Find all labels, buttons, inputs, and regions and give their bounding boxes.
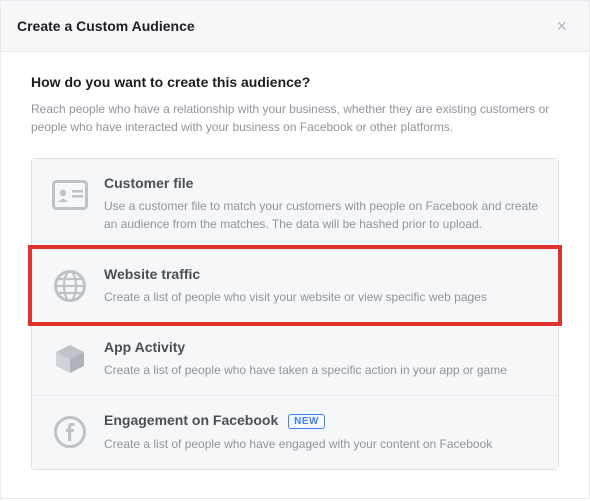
dialog-title: Create a Custom Audience [17,18,195,34]
option-desc: Use a customer file to match your custom… [104,197,540,233]
facebook-circle-icon [50,412,90,452]
close-button[interactable]: × [550,13,573,39]
option-desc: Create a list of people who have taken a… [104,361,540,379]
option-list: Customer file Use a customer file to mat… [31,158,559,470]
option-label: Website traffic [104,266,540,282]
option-website-traffic[interactable]: Website traffic Create a list of people … [32,249,558,322]
option-label: Engagement on Facebook NEW [104,412,540,429]
intro-question: How do you want to create this audience? [31,74,559,90]
option-label-text: Engagement on Facebook [104,412,278,428]
globe-icon [50,266,90,306]
dialog-titlebar: Create a Custom Audience × [1,1,589,52]
option-text: Customer file Use a customer file to mat… [104,175,540,233]
close-icon: × [556,16,567,36]
option-customer-file[interactable]: Customer file Use a customer file to mat… [32,159,558,249]
new-badge: NEW [288,414,325,429]
dialog-body: How do you want to create this audience?… [1,52,589,498]
id-card-icon [50,175,90,215]
option-text: Engagement on Facebook NEW Create a list… [104,412,540,453]
option-engagement-facebook[interactable]: Engagement on Facebook NEW Create a list… [32,395,558,469]
dialog-create-custom-audience: Create a Custom Audience × How do you wa… [0,0,590,499]
cube-icon [50,339,90,379]
option-label: App Activity [104,339,540,355]
option-text: Website traffic Create a list of people … [104,266,540,306]
option-label: Customer file [104,175,540,191]
option-desc: Create a list of people who visit your w… [104,288,540,306]
intro-subtext: Reach people who have a relationship wit… [31,100,559,136]
option-text: App Activity Create a list of people who… [104,339,540,379]
option-app-activity[interactable]: App Activity Create a list of people who… [32,322,558,395]
option-desc: Create a list of people who have engaged… [104,435,540,453]
